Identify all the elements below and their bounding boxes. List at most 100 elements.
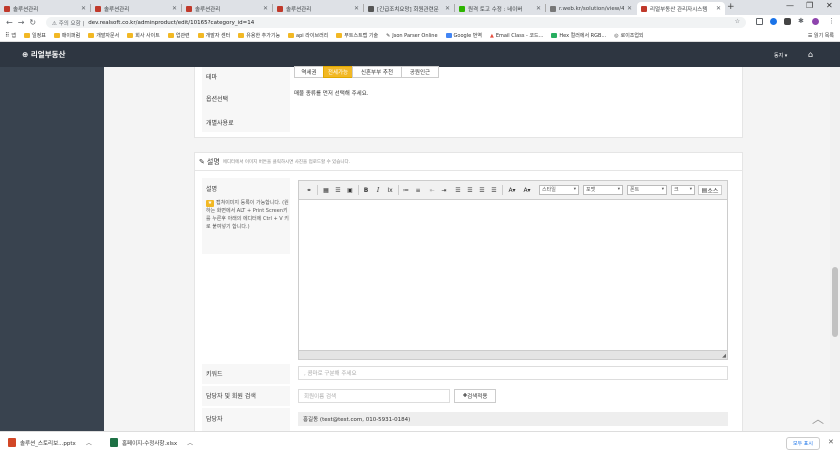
bookmark-item[interactable]: api 라이브러리: [288, 32, 328, 39]
bookmark-item[interactable]: 유용한 추가기능: [238, 32, 280, 39]
horizontal-rule-icon[interactable]: ☰: [333, 185, 343, 195]
page-scrollbar[interactable]: [830, 67, 840, 431]
browser-tab[interactable]: 솔루션관리 ✕: [91, 2, 181, 15]
site-favicon-icon: [459, 5, 465, 12]
theme-option-button[interactable]: 공원인근: [401, 66, 439, 78]
site-favicon-icon: [95, 5, 101, 12]
theme-label: 테마: [206, 74, 218, 81]
bookmark-item[interactable]: 부트스트랩 기술: [336, 32, 378, 39]
brand-logo[interactable]: ⊕ 리얼부동산: [22, 49, 65, 60]
forward-icon[interactable]: →: [18, 18, 25, 27]
close-icon[interactable]: ✕: [354, 5, 359, 12]
bookmark-item[interactable]: 일정표: [24, 32, 46, 39]
bookmark-item[interactable]: 회사 사이트: [127, 32, 160, 39]
bold-icon[interactable]: B: [361, 185, 371, 195]
close-icon[interactable]: ✕: [627, 5, 632, 12]
numbered-list-icon[interactable]: ≔: [401, 185, 411, 195]
bookmark-item[interactable]: Hex 컬러에서 RGB...: [551, 32, 606, 39]
reading-list[interactable]: ☰ 읽기 목록: [808, 32, 834, 39]
scroll-to-top-icon[interactable]: ︿: [812, 410, 824, 427]
download-item[interactable]: 홈페이지-수정사항.xlsx ︿: [110, 438, 193, 447]
align-center-icon[interactable]: ☰: [465, 185, 475, 195]
scrollbar-thumb[interactable]: [832, 267, 838, 337]
bullet-list-icon[interactable]: ≡: [413, 185, 423, 195]
bookmark-item[interactable]: ▲ Email Class - 코드...: [490, 32, 543, 40]
theme-option-button[interactable]: 신혼부부 추천: [352, 66, 402, 78]
edit-icon: ✎: [199, 158, 205, 166]
extension-icon[interactable]: [770, 18, 777, 25]
close-icon[interactable]: ✕: [716, 5, 721, 12]
editor-toolbar: ⚭ ▦ ☰ ▣ B I Ix ≔ ≡ ⇤ ⇥ ☰ ☰ ☰ ☰ A▾ A▾ 스타일…: [299, 181, 727, 200]
reload-icon[interactable]: ↻: [29, 18, 36, 27]
background-color-icon[interactable]: A▾: [521, 185, 533, 195]
chevron-up-icon[interactable]: ︿: [187, 438, 193, 447]
outdent-icon[interactable]: ⇤: [427, 185, 437, 195]
source-button[interactable]: ▤ 소스: [698, 185, 722, 195]
rich-text-editor: ⚭ ▦ ☰ ▣ B I Ix ≔ ≡ ⇤ ⇥ ☰ ☰ ☰ ☰ A▾ A▾ 스타일…: [298, 180, 728, 360]
extension-icon[interactable]: [756, 18, 763, 25]
keyword-input[interactable]: , 콤마로 구분해 주세요: [298, 366, 728, 380]
close-icon[interactable]: ✕: [263, 5, 268, 12]
bookmark-item[interactable]: 개발자 센터: [197, 32, 230, 39]
format-dropdown[interactable]: 포맷 ▾: [583, 185, 623, 195]
security-warning[interactable]: ⚠ 주의 요함 |: [52, 19, 84, 27]
browser-tab[interactable]: 원격 토고 수정 : 네이버 ✕: [455, 2, 545, 15]
browser-tab[interactable]: 솔루션관리 ✕: [182, 2, 272, 15]
minimize-icon[interactable]: —: [786, 1, 794, 10]
close-icon[interactable]: ✕: [536, 5, 541, 12]
bookmark-item[interactable]: ⠿ 앱: [5, 32, 16, 39]
puzzle-icon[interactable]: ✱: [798, 17, 805, 25]
size-dropdown[interactable]: 크 ▾: [671, 185, 695, 195]
bookmark-star-icon[interactable]: ☆: [735, 18, 740, 25]
resize-handle-icon[interactable]: ◢: [722, 353, 726, 359]
apps-grid-icon: ⠿: [5, 32, 10, 39]
bookmark-item[interactable]: Google 번역: [445, 32, 482, 39]
new-tab-button[interactable]: +: [727, 2, 735, 12]
align-right-icon[interactable]: ☰: [477, 185, 487, 195]
member-search-input[interactable]: 회원이름 검색: [298, 389, 450, 403]
user-menu[interactable]: 동지 ▾: [774, 52, 787, 59]
show-all-downloads-button[interactable]: 모두 표시: [786, 437, 820, 450]
search-apply-button[interactable]: ✚ 검색적용: [454, 389, 496, 403]
google-translate-icon: [445, 33, 452, 38]
close-icon[interactable]: ✕: [828, 438, 834, 446]
indent-icon[interactable]: ⇥: [439, 185, 449, 195]
bookmark-item[interactable]: ◎ 로이조업되: [614, 32, 643, 40]
bookmark-item[interactable]: ✎ Json Parser Online: [386, 33, 437, 39]
browser-tab[interactable]: [긴급조치요망] 회원관련문 ✕: [364, 2, 454, 15]
style-dropdown[interactable]: 스타일 ▾: [539, 185, 579, 195]
download-item[interactable]: 솔루션_스토리보...pptx ︿: [8, 438, 92, 447]
browser-tab[interactable]: r.web.kr/solution/view/4 ✕: [546, 2, 636, 15]
close-icon[interactable]: ✕: [445, 5, 450, 12]
back-icon[interactable]: ←: [6, 18, 13, 27]
menu-dots-icon[interactable]: ⋮: [828, 17, 835, 25]
extension-icon[interactable]: [784, 18, 791, 25]
italic-icon[interactable]: I: [373, 185, 383, 195]
url-omnibox[interactable]: ⚠ 주의 요함 | dev.realsoft.co.kr/adminproduc…: [46, 17, 746, 28]
maximize-icon[interactable]: ❐: [806, 1, 813, 10]
bookmark-item[interactable]: 매이퍼럼: [53, 32, 80, 39]
browser-tab[interactable]: 솔루션관리 ✕: [273, 2, 363, 15]
window-close-icon[interactable]: ✕: [826, 1, 833, 10]
font-dropdown[interactable]: 폰트 ▾: [627, 185, 667, 195]
bookmark-item[interactable]: 업관련: [167, 32, 190, 39]
theme-option-button-selected[interactable]: 전세가능: [323, 66, 353, 78]
table-icon[interactable]: ▦: [321, 185, 331, 195]
align-left-icon[interactable]: ☰: [453, 185, 463, 195]
clear-format-icon[interactable]: Ix: [385, 185, 395, 195]
bookmark-item[interactable]: 개발자문서: [88, 32, 119, 39]
chevron-up-icon[interactable]: ︿: [86, 438, 92, 447]
text-color-icon[interactable]: A▾: [506, 185, 518, 195]
browser-tab[interactable]: 솔루션관리 ✕: [0, 2, 90, 15]
close-icon[interactable]: ✕: [172, 5, 177, 12]
image-icon[interactable]: ▣: [345, 185, 355, 195]
home-icon[interactable]: ⌂: [808, 50, 813, 59]
align-justify-icon[interactable]: ☰: [489, 185, 499, 195]
editor-content-area[interactable]: [299, 201, 727, 351]
link-icon[interactable]: ⚭: [304, 185, 314, 195]
avatar[interactable]: [812, 18, 819, 25]
close-icon[interactable]: ✕: [81, 5, 86, 12]
browser-tab-active[interactable]: 리얼부동산 관리자시스템 ✕: [637, 2, 725, 15]
theme-option-button[interactable]: 역세권: [294, 66, 324, 78]
capture-tip: ★ 캡쳐이미지 등록이 가능합니다. (원하는 화면에서 ALT + Print …: [206, 200, 289, 230]
